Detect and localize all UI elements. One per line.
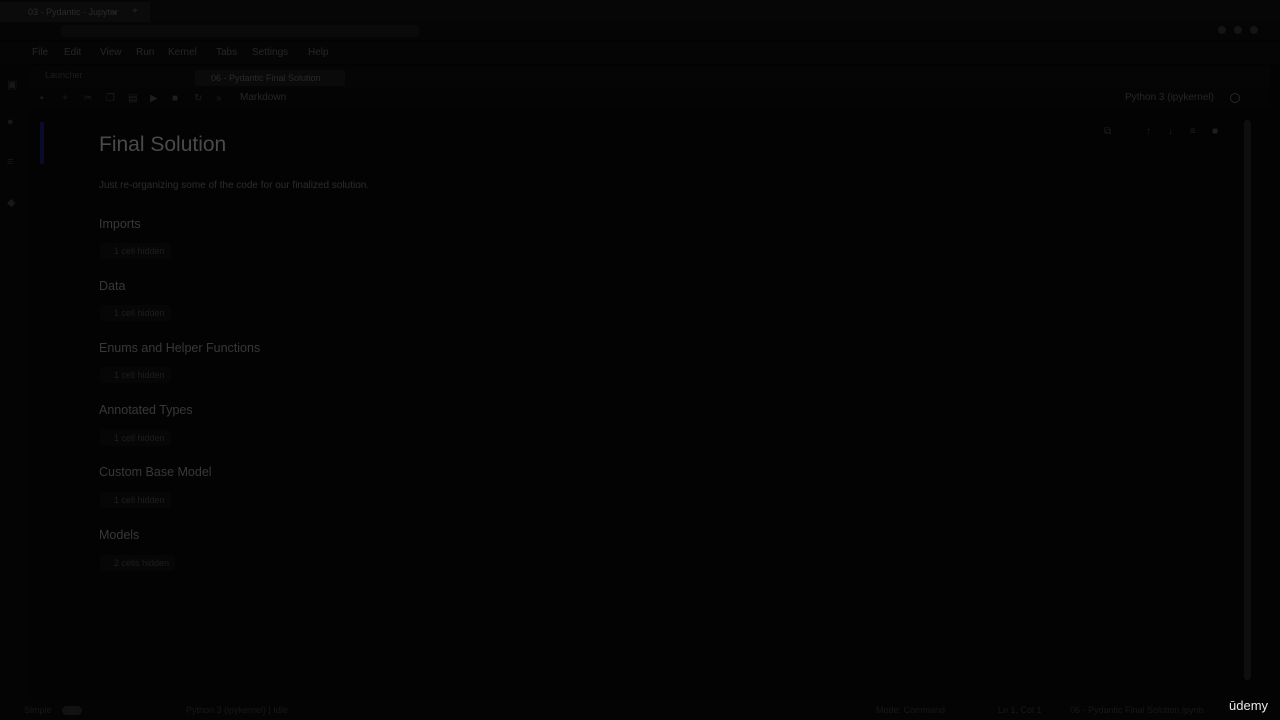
browser-tab[interactable]: 03 - Pydantic - Jupyter [0, 2, 150, 22]
menu-help[interactable]: Help [308, 47, 329, 58]
udemy-watermark: ūdemy [1229, 698, 1269, 713]
section-heading: Enums and Helper Functions [99, 341, 261, 355]
hidden-cells-button[interactable]: 1 cell hidden [100, 492, 171, 508]
section-heading: Models [99, 528, 140, 542]
hidden-cells-button[interactable]: 2 cells hidden [100, 555, 176, 571]
fast-forward-icon[interactable]: » [216, 93, 222, 104]
copy-icon[interactable]: ❐ [106, 93, 115, 104]
paste-icon[interactable]: ▤ [128, 93, 137, 104]
minimize-icon[interactable] [1218, 26, 1226, 34]
notebook-title: Final Solution [99, 133, 227, 156]
file-name: 06 - Pydantic Final Solution.ipynb [1070, 705, 1204, 715]
hidden-cells-button[interactable]: 1 cell hidden [100, 367, 171, 383]
commands-icon[interactable]: ≡ [7, 156, 19, 168]
mode-indicator: Mode: Command [876, 705, 946, 715]
folder-icon[interactable]: ▣ [7, 78, 19, 91]
simple-mode-toggle[interactable] [62, 706, 82, 715]
save-icon[interactable]: ▪ [40, 93, 44, 104]
section-heading: Imports [99, 217, 141, 231]
run-icon[interactable]: ▶ [150, 93, 158, 104]
menu-settings[interactable]: Settings [252, 47, 288, 58]
menu-run[interactable]: Run [136, 47, 154, 58]
duplicate-icon[interactable]: ⧉ [1104, 126, 1111, 137]
tab-launcher[interactable]: Launcher [45, 70, 83, 80]
menu-file[interactable]: File [32, 47, 48, 58]
kernel-status: Python 3 (ipykernel) | Idle [186, 705, 288, 715]
url-field[interactable] [60, 25, 420, 37]
cut-icon[interactable]: ✂ [84, 93, 92, 104]
cell-type-select[interactable]: Markdown [240, 92, 286, 103]
delete-icon[interactable]: ■ [1212, 126, 1218, 137]
section-heading: Custom Base Model [99, 465, 212, 479]
close-window-icon[interactable] [1250, 26, 1258, 34]
extension-icon[interactable]: ◆ [7, 196, 19, 209]
browser-tabstrip [0, 0, 1280, 22]
kernel-status-icon [1230, 93, 1240, 103]
insert-icon[interactable]: ≡ [1190, 126, 1196, 137]
add-cell-icon[interactable]: + [62, 93, 68, 104]
maximize-icon[interactable] [1234, 26, 1242, 34]
move-down-icon[interactable]: ↓ [1168, 126, 1173, 137]
restart-icon[interactable]: ↻ [194, 93, 202, 104]
section-heading: Annotated Types [99, 403, 193, 417]
cursor-position: Ln 1, Col 1 [998, 705, 1042, 715]
menu-tabs[interactable]: Tabs [216, 47, 237, 58]
hidden-cells-button[interactable]: 1 cell hidden [100, 430, 171, 446]
move-up-icon[interactable]: ↑ [1146, 126, 1151, 137]
active-cell-indicator [40, 122, 44, 164]
notebook-description: Just re-organizing some of the code for … [99, 180, 370, 191]
hidden-cells-button[interactable]: 1 cell hidden [100, 243, 171, 259]
kernel-name[interactable]: Python 3 (ipykernel) [1125, 92, 1214, 103]
close-icon[interactable]: × [112, 8, 117, 18]
simple-mode-label: Simple [24, 705, 52, 715]
new-tab-icon[interactable]: + [132, 6, 138, 17]
scrollbar[interactable] [1244, 120, 1251, 680]
tab-notebook[interactable]: 06 - Pydantic Final Solution [195, 70, 345, 86]
menu-view[interactable]: View [100, 47, 122, 58]
menu-kernel[interactable]: Kernel [168, 47, 197, 58]
hidden-cells-button[interactable]: 1 cell hidden [100, 305, 171, 321]
section-heading: Data [99, 279, 126, 293]
running-icon[interactable]: ● [7, 116, 19, 128]
menu-edit[interactable]: Edit [64, 47, 81, 58]
stop-icon[interactable]: ■ [172, 93, 178, 104]
